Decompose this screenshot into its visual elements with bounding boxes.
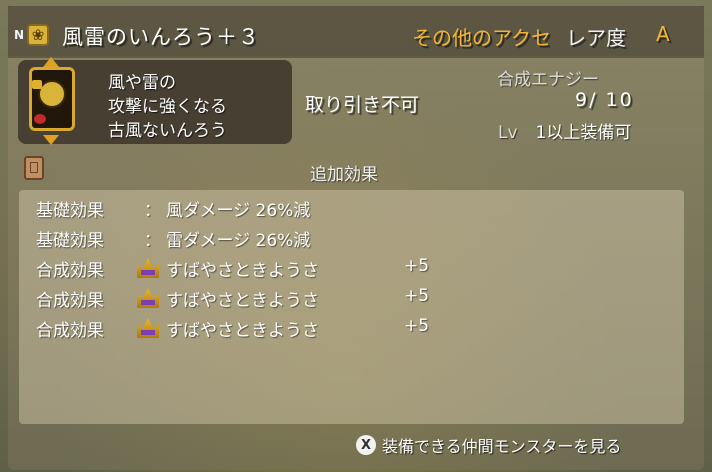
effect-stat: すばやさときようさ — [166, 261, 319, 281]
effect-type: 合成効果 — [36, 291, 104, 311]
view-equippable-monsters-button[interactable]: X 装備できる仲間モンスターを見る — [356, 433, 621, 457]
ribbon-icon: ❀ — [27, 24, 49, 46]
synthesis-energy-label: 合成エナジー — [497, 70, 599, 90]
effect-type: 基礎効果 — [36, 201, 104, 221]
effect-type: 基礎効果 — [36, 231, 104, 251]
effect-amount: +5 — [404, 286, 430, 306]
effect-amount: +5 — [404, 316, 430, 336]
effect-description: 風ダメージ 26%減 — [166, 201, 311, 221]
effects-panel — [19, 190, 684, 424]
effect-type: 合成効果 — [36, 321, 104, 341]
arrow-down-icon[interactable] — [43, 135, 59, 145]
rank-badge: N — [14, 28, 25, 42]
effect-stat: すばやさときようさ — [166, 321, 319, 341]
trade-status: 取り引き不可 — [305, 94, 420, 116]
level-requirement-text: 1以上装備可 — [535, 123, 632, 143]
additional-effects-title: 追加効果 — [310, 165, 378, 185]
effect-separator: ： — [144, 201, 161, 221]
rarity-label: レア度 — [566, 26, 626, 50]
lock-icon — [32, 80, 42, 89]
arrow-up-icon[interactable] — [43, 57, 59, 67]
level-requirement: Lv 1以上装備可 — [498, 118, 631, 143]
effect-separator: ： — [144, 231, 161, 251]
level-prefix: Lv — [498, 123, 518, 143]
synthesis-energy-value: 9/ 10 — [575, 89, 634, 111]
inro-icon — [29, 67, 75, 131]
rarity-value: A — [656, 22, 670, 46]
description-line-1: 風や雷の — [108, 73, 176, 93]
description-line-3: 古風ないんろう — [108, 121, 227, 141]
item-name: 風雷のいんろう＋３ — [62, 25, 260, 49]
item-category: その他のアクセ — [412, 26, 551, 50]
effect-amount: +5 — [404, 256, 430, 276]
x-button-icon[interactable]: X — [356, 435, 376, 455]
view-equippable-monsters-label: 装備できる仲間モンスターを見る — [382, 437, 622, 456]
effect-stat: すばやさときようさ — [166, 291, 319, 311]
description-line-2: 攻撃に強くなる — [108, 97, 227, 117]
book-icon[interactable] — [24, 156, 44, 180]
effect-description: 雷ダメージ 26%減 — [166, 231, 311, 251]
effect-type: 合成効果 — [36, 261, 104, 281]
